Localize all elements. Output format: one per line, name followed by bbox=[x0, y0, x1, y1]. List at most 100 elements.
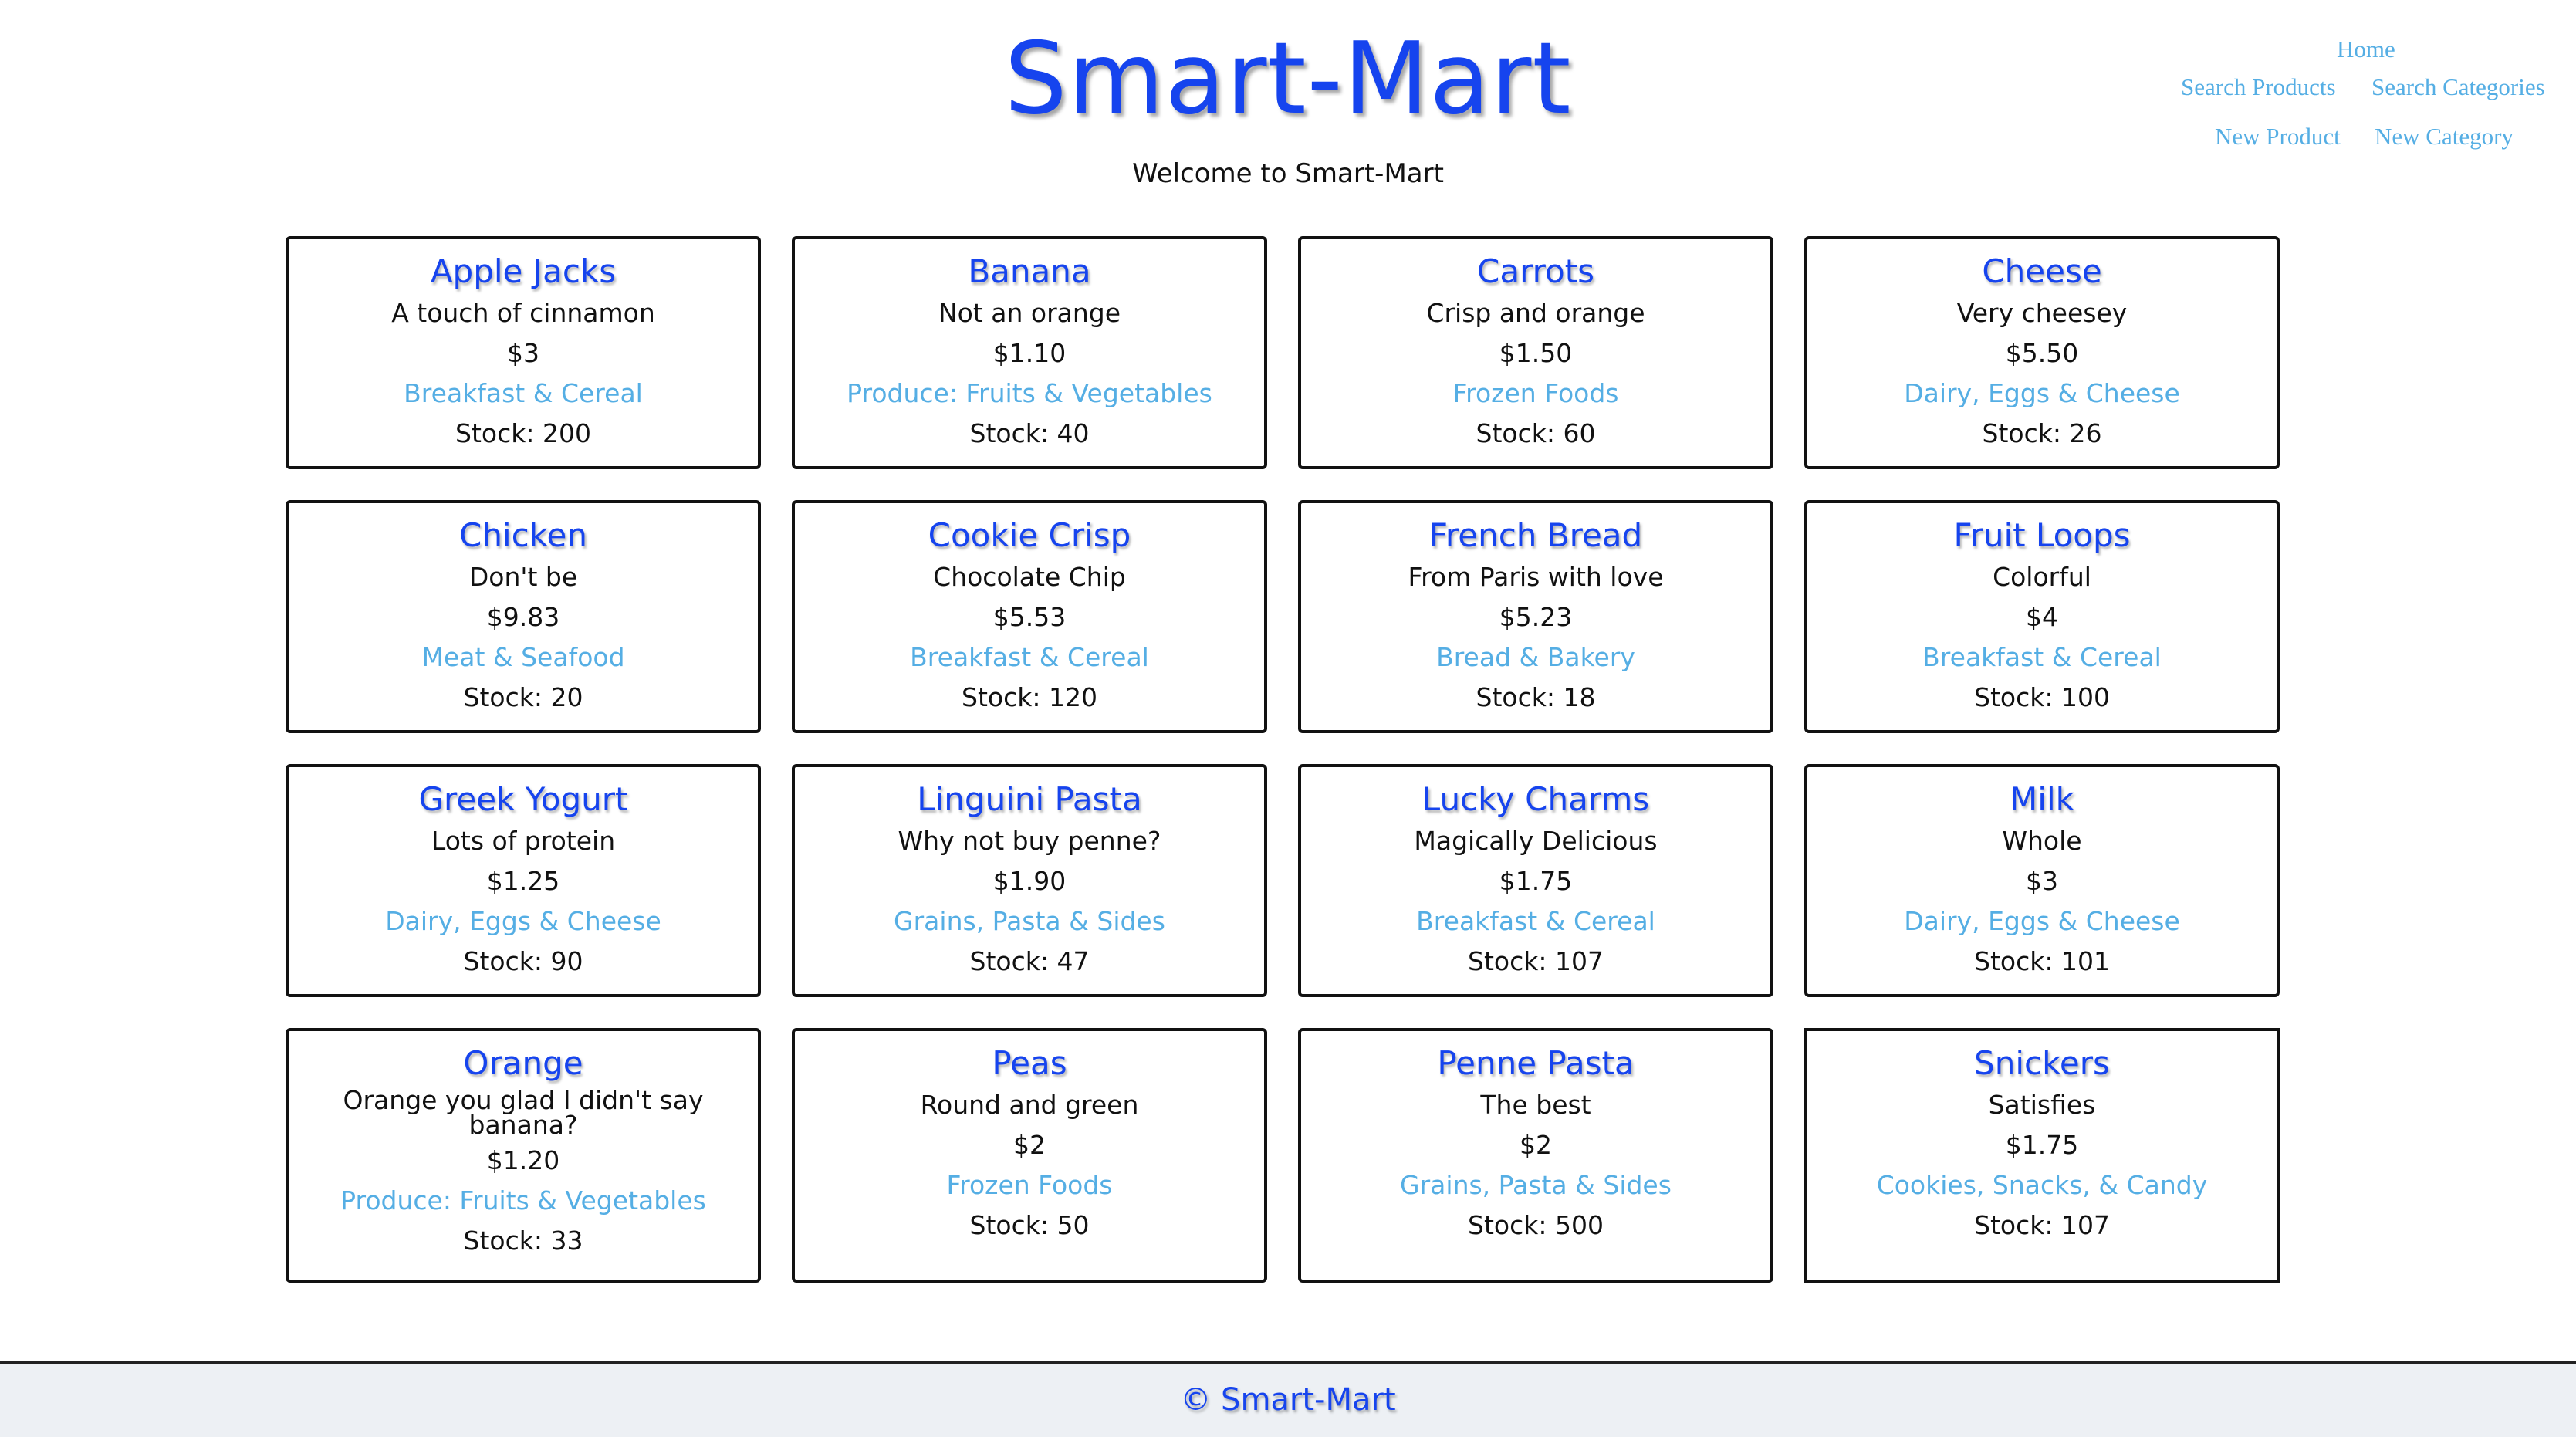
product-stock: Stock: 47 bbox=[969, 946, 1090, 976]
product-stock: Stock: 200 bbox=[455, 418, 591, 448]
product-card: Milk Whole $3 Dairy, Eggs & Cheese Stock… bbox=[1804, 764, 2280, 997]
footer-copyright: © Smart-Mart bbox=[1180, 1382, 1396, 1418]
product-name: Chicken bbox=[459, 516, 587, 554]
product-description: Lots of protein bbox=[431, 826, 616, 856]
product-card: Peas Round and green $2 Frozen Foods Sto… bbox=[792, 1028, 1267, 1283]
product-description: From Paris with love bbox=[1408, 562, 1664, 592]
product-card: Lucky Charms Magically Delicious $1.75 B… bbox=[1298, 764, 1773, 997]
footer: © Smart-Mart bbox=[0, 1361, 2576, 1437]
product-card: Linguini Pasta Why not buy penne? $1.90 … bbox=[792, 764, 1267, 997]
product-category-link[interactable]: Produce: Fruits & Vegetables bbox=[303, 1184, 744, 1218]
product-stock: Stock: 20 bbox=[463, 682, 583, 712]
nav-link-new-category[interactable]: New Category bbox=[2375, 123, 2513, 150]
product-name: Penne Pasta bbox=[1437, 1044, 1635, 1082]
product-category-link[interactable]: Breakfast & Cereal bbox=[1315, 904, 1756, 938]
product-name: Fruit Loops bbox=[1953, 516, 2131, 554]
product-stock: Stock: 90 bbox=[463, 946, 583, 976]
product-stock: Stock: 101 bbox=[1974, 946, 2110, 976]
product-price: $2 bbox=[1013, 1130, 1046, 1160]
product-card: Penne Pasta The best $2 Grains, Pasta & … bbox=[1298, 1028, 1773, 1283]
product-description: Don't be bbox=[468, 562, 578, 592]
product-card: Greek Yogurt Lots of protein $1.25 Dairy… bbox=[286, 764, 761, 997]
product-description: Colorful bbox=[1993, 562, 2091, 592]
product-name: Snickers bbox=[1974, 1044, 2110, 1082]
product-card: Chicken Don't be $9.83 Meat & Seafood St… bbox=[286, 500, 761, 733]
product-price: $3 bbox=[2026, 866, 2058, 896]
page: Smart-Mart Welcome to Smart-Mart Home Se… bbox=[0, 0, 2576, 1437]
product-category-link[interactable]: Breakfast & Cereal bbox=[1821, 641, 2263, 675]
product-name: Milk bbox=[2010, 780, 2074, 818]
product-stock: Stock: 33 bbox=[463, 1226, 583, 1256]
product-category-link[interactable]: Produce: Fruits & Vegetables bbox=[809, 377, 1250, 411]
product-card: Orange Orange you glad I didn't say bana… bbox=[286, 1028, 761, 1283]
product-price: $1.90 bbox=[992, 866, 1067, 896]
product-stock: Stock: 500 bbox=[1468, 1210, 1604, 1240]
product-name: Apple Jacks bbox=[430, 252, 617, 290]
product-card: Cookie Crisp Chocolate Chip $5.53 Breakf… bbox=[792, 500, 1267, 733]
nav-link-new-product[interactable]: New Product bbox=[2215, 123, 2341, 150]
product-name: Cookie Crisp bbox=[928, 516, 1131, 554]
nav-link-search-products[interactable]: Search Products bbox=[2181, 73, 2336, 101]
product-description: Not an orange bbox=[938, 298, 1121, 328]
product-category-link[interactable]: Dairy, Eggs & Cheese bbox=[303, 904, 744, 938]
product-price: $5.23 bbox=[1499, 602, 1573, 632]
product-description: A touch of cinnamon bbox=[391, 298, 655, 328]
product-description: Crisp and orange bbox=[1426, 298, 1645, 328]
product-name: Lucky Charms bbox=[1422, 780, 1650, 818]
product-category-link[interactable]: Grains, Pasta & Sides bbox=[809, 904, 1250, 938]
product-name: Banana bbox=[968, 252, 1091, 290]
product-category-link[interactable]: Frozen Foods bbox=[809, 1168, 1250, 1202]
product-stock: Stock: 60 bbox=[1476, 418, 1596, 448]
product-card: Carrots Crisp and orange $1.50 Frozen Fo… bbox=[1298, 236, 1773, 469]
product-card: French Bread From Paris with love $5.23 … bbox=[1298, 500, 1773, 733]
product-price: $5.50 bbox=[2005, 338, 2079, 368]
product-description: Orange you glad I didn't say banana? bbox=[343, 1085, 704, 1140]
product-price: $1.25 bbox=[486, 866, 560, 896]
product-stock: Stock: 120 bbox=[962, 682, 1097, 712]
product-stock: Stock: 50 bbox=[969, 1210, 1090, 1240]
product-category-link[interactable]: Frozen Foods bbox=[1315, 377, 1756, 411]
product-card: Banana Not an orange $1.10 Produce: Frui… bbox=[792, 236, 1267, 469]
product-price: $1.50 bbox=[1499, 338, 1573, 368]
product-price: $1.10 bbox=[992, 338, 1067, 368]
product-card: Fruit Loops Colorful $4 Breakfast & Cere… bbox=[1804, 500, 2280, 733]
product-stock: Stock: 107 bbox=[1974, 1210, 2110, 1240]
product-price: $5.53 bbox=[992, 602, 1067, 632]
product-card: Cheese Very cheesey $5.50 Dairy, Eggs & … bbox=[1804, 236, 2280, 469]
product-name: French Bread bbox=[1428, 516, 1643, 554]
product-category-link[interactable]: Meat & Seafood bbox=[303, 641, 744, 675]
product-description: Chocolate Chip bbox=[933, 562, 1126, 592]
product-stock: Stock: 18 bbox=[1476, 682, 1596, 712]
product-name: Greek Yogurt bbox=[418, 780, 628, 818]
product-description: Satisfies bbox=[1988, 1090, 2096, 1120]
product-price: $1.75 bbox=[2005, 1130, 2079, 1160]
product-price: $4 bbox=[2026, 602, 2058, 632]
product-name: Peas bbox=[992, 1044, 1067, 1082]
product-stock: Stock: 40 bbox=[969, 418, 1090, 448]
product-description: Very cheesey bbox=[1956, 298, 2128, 328]
product-stock: Stock: 26 bbox=[1982, 418, 2102, 448]
product-price: $3 bbox=[507, 338, 539, 368]
product-description: Round and green bbox=[920, 1090, 1139, 1120]
product-category-link[interactable]: Cookies, Snacks, & Candy bbox=[1821, 1168, 2263, 1202]
product-category-link[interactable]: Dairy, Eggs & Cheese bbox=[1821, 904, 2263, 938]
product-name: Orange bbox=[463, 1044, 583, 1082]
product-category-link[interactable]: Breakfast & Cereal bbox=[809, 641, 1250, 675]
product-price: $1.75 bbox=[1499, 866, 1573, 896]
product-stock: Stock: 100 bbox=[1974, 682, 2110, 712]
product-category-link[interactable]: Dairy, Eggs & Cheese bbox=[1821, 377, 2263, 411]
product-price: $2 bbox=[1520, 1130, 1552, 1160]
product-category-link[interactable]: Grains, Pasta & Sides bbox=[1315, 1168, 1756, 1202]
product-name: Cheese bbox=[1982, 252, 2102, 290]
nav-link-home[interactable]: Home bbox=[2337, 36, 2395, 63]
product-card: Apple Jacks A touch of cinnamon $3 Break… bbox=[286, 236, 761, 469]
nav-link-search-categories[interactable]: Search Categories bbox=[2371, 73, 2545, 101]
product-name: Carrots bbox=[1477, 252, 1594, 290]
product-stock: Stock: 107 bbox=[1468, 946, 1604, 976]
product-description: Whole bbox=[2002, 826, 2082, 856]
product-category-link[interactable]: Bread & Bakery bbox=[1315, 641, 1756, 675]
product-description: The best bbox=[1480, 1090, 1591, 1120]
product-category-link[interactable]: Breakfast & Cereal bbox=[303, 377, 744, 411]
product-price: $9.83 bbox=[486, 602, 560, 632]
product-price: $1.20 bbox=[486, 1145, 560, 1175]
